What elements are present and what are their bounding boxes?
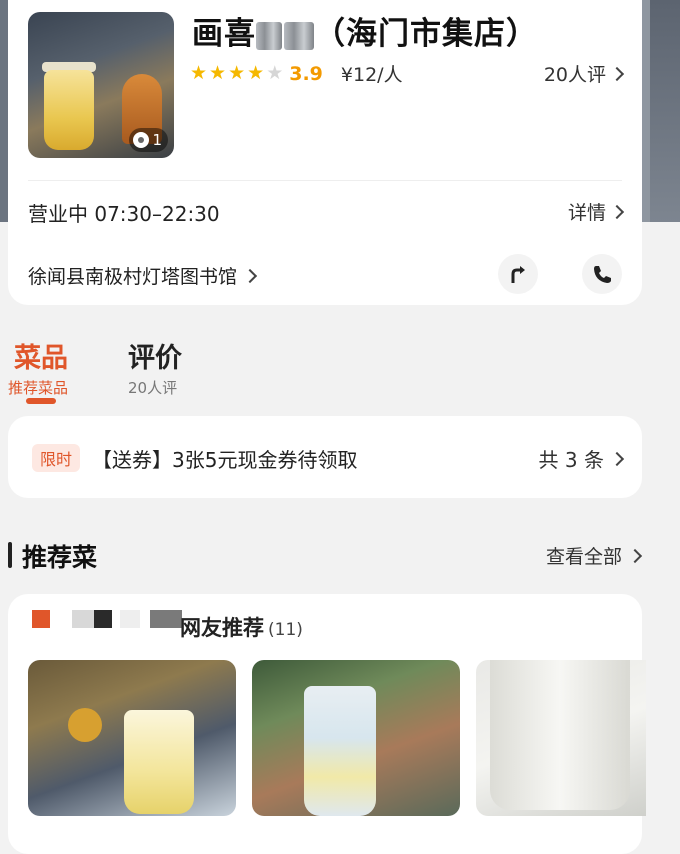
tab-dishes[interactable]: 菜品 推荐菜品 bbox=[8, 336, 68, 398]
category-marker bbox=[32, 610, 50, 628]
camera-icon bbox=[133, 132, 150, 148]
drink-cup-graphic bbox=[44, 70, 94, 150]
shop-title-suffix: （海门市集店） bbox=[314, 16, 538, 52]
chevron-right-icon bbox=[609, 451, 625, 466]
star-icon: ★ bbox=[209, 62, 227, 84]
coupon-count-label: 共 3 条 bbox=[538, 448, 604, 472]
phone-icon bbox=[594, 266, 611, 283]
address-text: 徐闻县南极村灯塔图书馆 bbox=[28, 266, 238, 288]
redacted-blur bbox=[284, 21, 314, 50]
rating-row: ★ ★ ★ ★ ★ 3.9 ¥12/人 bbox=[190, 60, 403, 87]
view-all-link[interactable]: 查看全部 bbox=[545, 542, 643, 569]
dish-recommend-card: 网友推荐 (11) bbox=[8, 594, 646, 854]
chevron-right-icon bbox=[609, 66, 625, 81]
limited-badge: 限时 bbox=[32, 444, 81, 472]
tab-reviews-sub: 20人评 bbox=[128, 379, 178, 397]
navigate-button[interactable] bbox=[498, 254, 538, 294]
navigate-icon bbox=[511, 266, 525, 283]
photo-count-badge: 1 bbox=[129, 128, 168, 152]
dish-photo[interactable] bbox=[476, 660, 646, 816]
netizen-recommend-text: 网友推荐 bbox=[180, 616, 264, 640]
netizen-recommend-count: (11) bbox=[268, 620, 303, 640]
redacted-blur bbox=[256, 21, 282, 50]
dish-photo[interactable] bbox=[28, 660, 236, 816]
phone-button[interactable] bbox=[582, 254, 622, 294]
tab-reviews-label: 评价 bbox=[128, 343, 182, 374]
section-marker bbox=[8, 542, 12, 568]
shop-title-prefix: 画喜 bbox=[192, 16, 256, 52]
section-title: 推荐菜 bbox=[22, 543, 98, 572]
recommended-section-header: 推荐菜 查看全部 bbox=[0, 536, 650, 576]
sunflower-graphic bbox=[68, 708, 102, 742]
redacted-blur bbox=[72, 610, 94, 628]
tab-reviews[interactable]: 评价 20人评 bbox=[128, 336, 182, 398]
reviews-link[interactable]: 20人评 bbox=[543, 60, 625, 87]
redacted-blur bbox=[120, 610, 140, 628]
header-background-edge bbox=[650, 0, 680, 222]
drink-cup-graphic bbox=[304, 686, 376, 816]
shop-photo[interactable]: 1 bbox=[28, 12, 174, 158]
star-icon: ★ bbox=[247, 62, 265, 84]
netizen-recommend-label: 网友推荐 (11) bbox=[180, 612, 303, 642]
coupon-text: 【送券】3张5元现金券待领取 bbox=[92, 448, 358, 472]
address-link[interactable]: 徐闻县南极村灯塔图书馆 bbox=[28, 262, 258, 289]
details-label: 详情 bbox=[567, 202, 606, 224]
divider bbox=[28, 180, 622, 181]
dish-photo[interactable] bbox=[252, 660, 460, 816]
redacted-blur bbox=[94, 610, 112, 628]
star-icon: ★ bbox=[228, 62, 246, 84]
drink-cup-graphic bbox=[124, 710, 194, 814]
price-per-person: ¥12/人 bbox=[340, 64, 403, 86]
business-hours: 营业中 07:30–22:30 bbox=[28, 202, 220, 226]
redacted-blur bbox=[150, 610, 182, 628]
coupon-count: 共 3 条 bbox=[538, 444, 625, 473]
drink-cup-graphic bbox=[490, 660, 630, 810]
star-empty-icon: ★ bbox=[266, 62, 284, 84]
shop-title: 画喜 （海门市集店） bbox=[192, 8, 538, 53]
rating-score: 3.9 bbox=[289, 62, 323, 85]
coupon-card[interactable]: 限时 【送券】3张5元现金券待领取 共 3 条 bbox=[8, 416, 642, 498]
star-icon: ★ bbox=[190, 62, 208, 84]
chevron-right-icon bbox=[609, 204, 625, 219]
tab-bar: 菜品 推荐菜品 评价 20人评 bbox=[0, 336, 680, 416]
tab-dishes-sub: 推荐菜品 bbox=[8, 379, 69, 397]
tab-active-indicator bbox=[26, 398, 56, 404]
chevron-right-icon bbox=[242, 268, 258, 283]
chevron-right-icon bbox=[627, 548, 643, 563]
tab-dishes-label: 菜品 bbox=[14, 343, 68, 374]
shop-info-card: 1 画喜 （海门市集店） ★ ★ ★ ★ ★ 3.9 ¥12/人 20人评 营业中… bbox=[8, 0, 642, 305]
view-all-label: 查看全部 bbox=[545, 546, 622, 568]
reviews-link-label: 20人评 bbox=[543, 64, 606, 86]
details-link[interactable]: 详情 bbox=[567, 198, 625, 225]
photo-count-value: 1 bbox=[152, 131, 162, 149]
